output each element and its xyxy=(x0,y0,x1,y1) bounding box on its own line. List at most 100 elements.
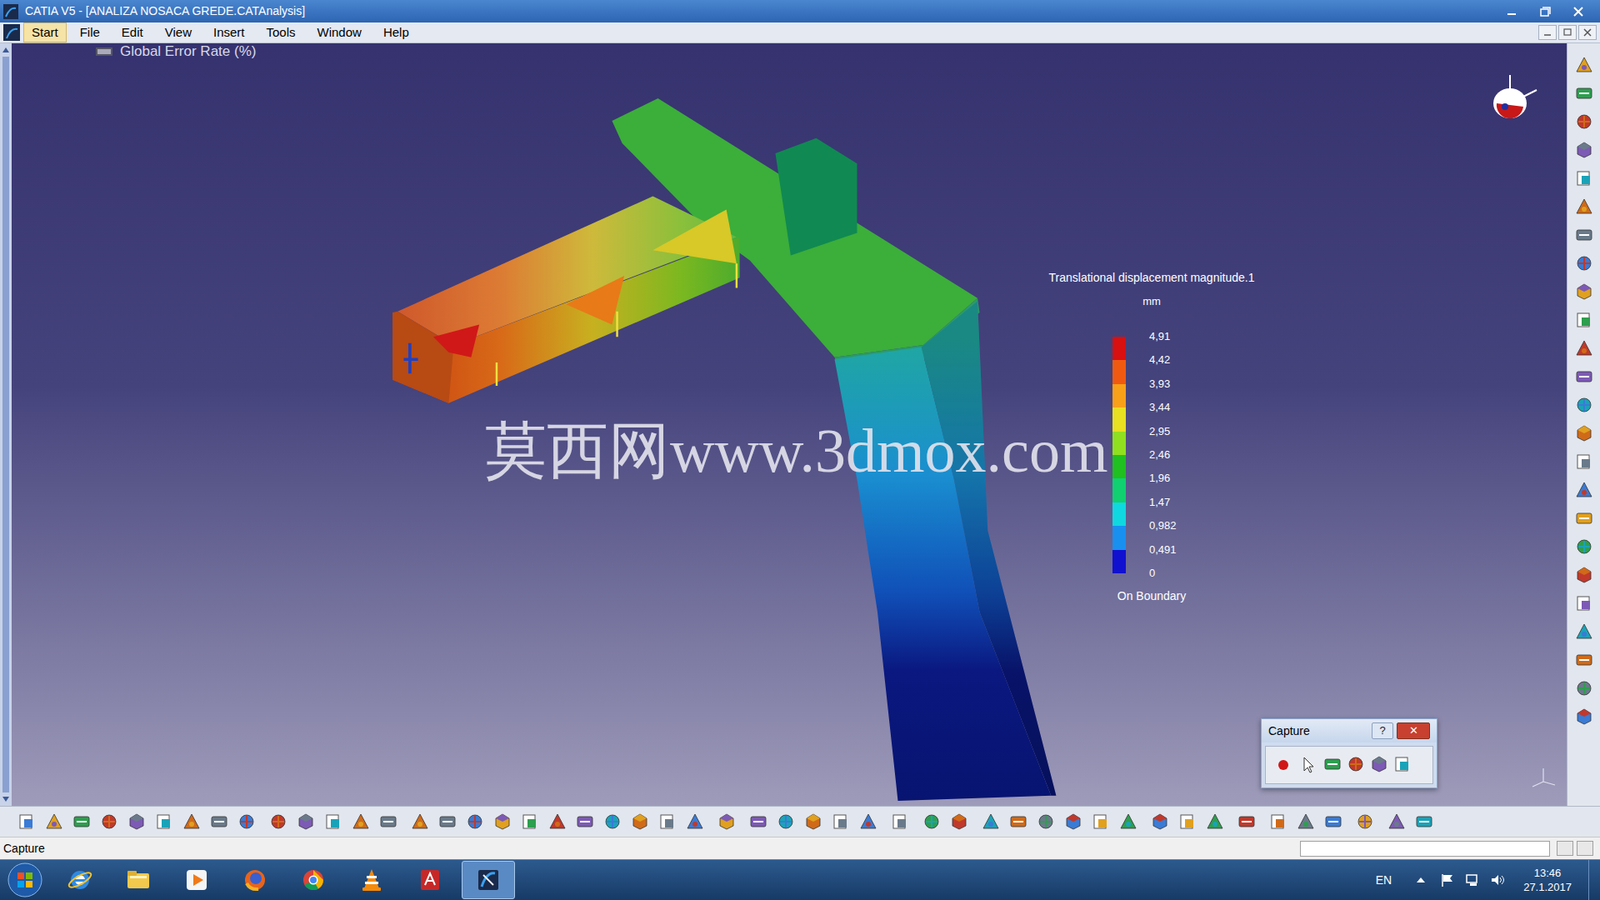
show-hidden-icon[interactable] xyxy=(1415,874,1427,886)
tool-icon[interactable] xyxy=(1574,451,1595,472)
tool-icon[interactable] xyxy=(1574,196,1595,217)
tool-icon[interactable] xyxy=(295,811,316,832)
tool-icon[interactable] xyxy=(323,811,344,832)
tool-icon[interactable] xyxy=(657,811,678,832)
tool-icon[interactable] xyxy=(602,811,623,832)
tool-icon[interactable] xyxy=(350,811,371,832)
tool-icon[interactable] xyxy=(1574,83,1595,104)
tool-icon[interactable] xyxy=(1574,111,1595,132)
tool-icon[interactable] xyxy=(209,811,230,832)
tool-icon[interactable] xyxy=(1574,281,1595,302)
3d-viewport[interactable]: Global Error Rate (%)莫西网www.3dmox.comTra… xyxy=(11,43,1567,806)
tool-icon[interactable] xyxy=(1574,310,1595,330)
tool-icon[interactable] xyxy=(1295,811,1316,832)
tool-icon[interactable] xyxy=(1574,225,1595,245)
minimize-icon[interactable] xyxy=(1496,3,1527,20)
taskbar-button[interactable] xyxy=(345,860,399,900)
tool-icon[interactable] xyxy=(1574,168,1595,189)
restore-icon[interactable] xyxy=(1530,3,1560,20)
tool-icon[interactable] xyxy=(378,811,399,832)
tool-icon[interactable] xyxy=(71,811,92,832)
tool-icon[interactable] xyxy=(44,811,65,832)
tool-icon[interactable] xyxy=(1414,811,1435,832)
capture-tool-icon[interactable] xyxy=(1392,754,1413,775)
menu-item[interactable]: Help xyxy=(375,22,418,43)
tool-icon[interactable] xyxy=(575,811,595,832)
tool-icon[interactable] xyxy=(547,811,568,832)
flag-icon[interactable] xyxy=(1440,872,1455,888)
tree-item[interactable]: Global Error Rate (%) xyxy=(95,43,256,60)
menu-item[interactable]: Window xyxy=(309,22,370,43)
tool-icon[interactable] xyxy=(1323,811,1344,832)
tool-icon[interactable] xyxy=(1574,395,1595,415)
tool-icon[interactable] xyxy=(1063,811,1084,832)
tool-icon[interactable] xyxy=(268,811,289,832)
doc-close-icon[interactable] xyxy=(1578,25,1597,40)
tool-icon[interactable] xyxy=(949,811,970,832)
record-icon[interactable] xyxy=(1272,754,1295,776)
tool-icon[interactable] xyxy=(1574,536,1595,557)
tool-icon[interactable] xyxy=(1205,811,1225,832)
tool-icon[interactable] xyxy=(1035,811,1056,832)
start-orb-icon[interactable] xyxy=(6,861,44,899)
tool-icon[interactable] xyxy=(1574,508,1595,529)
tool-icon[interactable] xyxy=(1177,811,1198,832)
close-button[interactable]: ✕ xyxy=(1396,722,1430,740)
tool-icon[interactable] xyxy=(1574,706,1595,727)
tool-icon[interactable] xyxy=(980,811,1001,832)
tool-icon[interactable] xyxy=(437,811,458,832)
scroll-down-icon[interactable] xyxy=(1,795,10,803)
doc-minimize-icon[interactable] xyxy=(1538,25,1557,40)
status-button[interactable] xyxy=(1556,840,1574,856)
menu-item[interactable]: File xyxy=(71,22,109,43)
tool-icon[interactable] xyxy=(1574,650,1595,670)
tool-icon[interactable] xyxy=(1574,678,1595,699)
capture-tool-icon[interactable] xyxy=(1322,754,1343,775)
menu-item[interactable]: Tools xyxy=(257,22,304,43)
tool-icon[interactable] xyxy=(716,811,737,832)
tool-icon[interactable] xyxy=(921,811,942,832)
tool-icon[interactable] xyxy=(1574,423,1595,444)
tool-icon[interactable] xyxy=(465,811,485,832)
tool-icon[interactable] xyxy=(1574,253,1595,274)
tool-icon[interactable] xyxy=(492,811,513,832)
tool-icon[interactable] xyxy=(1574,55,1595,75)
menu-item[interactable]: Start xyxy=(23,22,67,43)
capture-tool-icon[interactable] xyxy=(1369,754,1390,775)
menu-item[interactable]: View xyxy=(156,22,200,43)
tool-icon[interactable] xyxy=(858,811,879,832)
tool-icon[interactable] xyxy=(1118,811,1139,832)
help-button[interactable]: ? xyxy=(1371,722,1394,740)
taskbar-button[interactable] xyxy=(53,860,107,900)
doc-restore-icon[interactable] xyxy=(1558,25,1577,40)
tool-icon[interactable] xyxy=(154,811,175,832)
tool-icon[interactable] xyxy=(181,811,202,832)
taskbar-button[interactable] xyxy=(170,860,224,900)
tool-icon[interactable] xyxy=(1574,480,1595,500)
compass-icon[interactable] xyxy=(1480,65,1547,132)
tool-icon[interactable] xyxy=(748,811,769,832)
tool-icon[interactable] xyxy=(1386,811,1407,832)
clock[interactable]: 13:4627.1.2017 xyxy=(1523,865,1572,895)
taskbar-button[interactable] xyxy=(228,860,282,900)
tool-icon[interactable] xyxy=(1236,811,1257,832)
network-icon[interactable] xyxy=(1465,872,1480,888)
menu-item[interactable]: Insert xyxy=(205,22,254,43)
tool-icon[interactable] xyxy=(126,811,147,832)
tool-icon[interactable] xyxy=(1574,565,1595,585)
tool-icon[interactable] xyxy=(16,811,37,832)
volume-icon[interactable] xyxy=(1490,872,1505,888)
tool-icon[interactable] xyxy=(1574,140,1595,160)
taskbar-button[interactable] xyxy=(111,860,165,900)
tool-icon[interactable] xyxy=(410,811,430,832)
tool-icon[interactable] xyxy=(775,811,796,832)
command-field[interactable] xyxy=(1300,840,1550,857)
status-button[interactable] xyxy=(1576,840,1594,856)
scroll-up-icon[interactable] xyxy=(1,46,10,54)
tool-icon[interactable] xyxy=(1150,811,1170,832)
tool-icon[interactable] xyxy=(1355,811,1375,832)
tool-icon[interactable] xyxy=(890,811,910,832)
tool-icon[interactable] xyxy=(1574,593,1595,614)
tool-icon[interactable] xyxy=(1574,338,1595,359)
tool-icon[interactable] xyxy=(803,811,824,832)
